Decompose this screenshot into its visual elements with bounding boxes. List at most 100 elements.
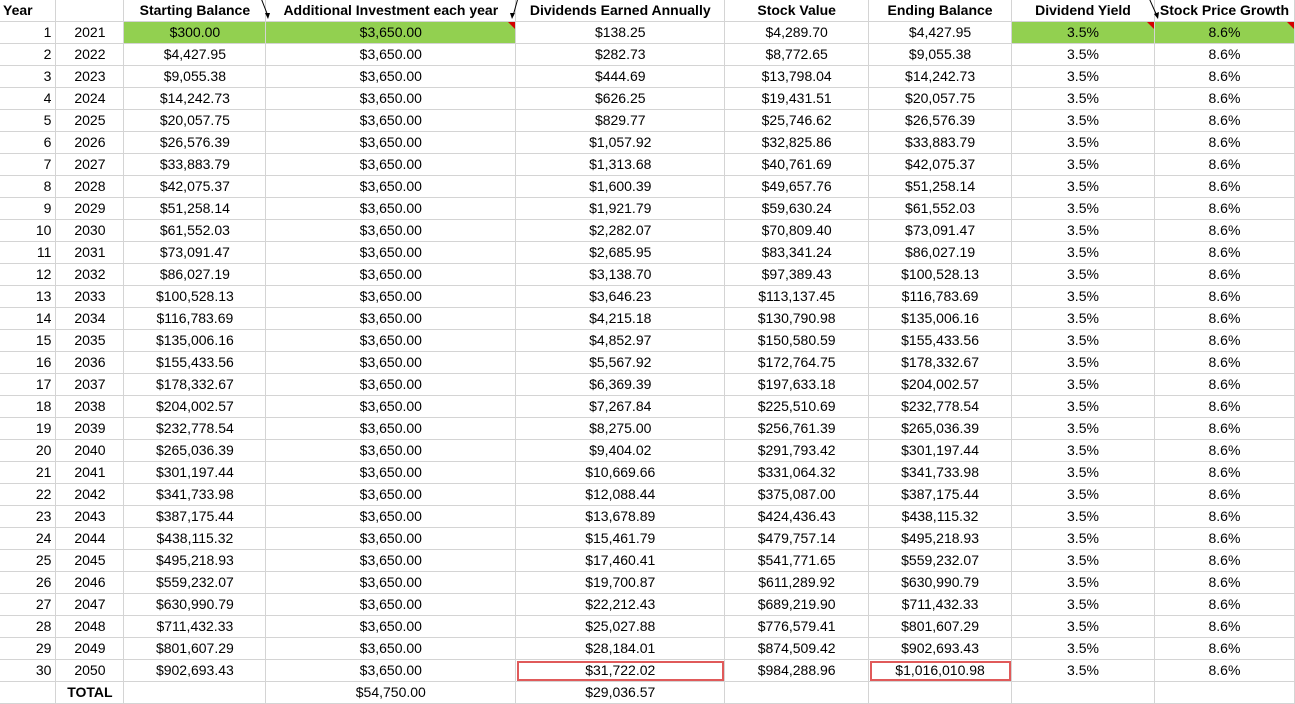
cell-dividends[interactable]: $2,282.07 xyxy=(515,219,726,242)
cell-starting-balance[interactable]: $559,232.07 xyxy=(123,571,267,594)
cell-dividend-yield[interactable]: 3.5% xyxy=(1011,175,1155,198)
cell-ending-balance[interactable]: $1,016,010.98 xyxy=(868,659,1013,682)
cell-dividends[interactable]: $282.73 xyxy=(515,43,726,66)
cell-additional-investment[interactable]: $3,650.00 xyxy=(265,219,517,242)
cell-dividend-yield[interactable]: 3.5% xyxy=(1011,461,1155,484)
cell-starting-balance[interactable]: $100,528.13 xyxy=(123,285,267,308)
cell-year[interactable]: 2048 xyxy=(55,615,125,638)
cell-stock-price-growth[interactable]: 8.6% xyxy=(1154,65,1295,88)
cell-dividends[interactable]: $4,852.97 xyxy=(515,329,726,352)
cell-ending-balance[interactable]: $135,006.16 xyxy=(868,307,1013,330)
cell-additional-investment[interactable]: $3,650.00 xyxy=(265,329,517,352)
cell-year[interactable]: 2041 xyxy=(55,461,125,484)
cell-dividend-yield[interactable]: 3.5% xyxy=(1011,131,1155,154)
cell-year-index[interactable]: 25 xyxy=(0,549,57,572)
cell-starting-balance[interactable]: $265,036.39 xyxy=(123,439,267,462)
header-blank[interactable] xyxy=(55,0,125,22)
cell-stock-value[interactable]: $70,809.40 xyxy=(724,219,870,242)
cell-year[interactable]: 2030 xyxy=(55,219,125,242)
cell-stock-price-growth[interactable]: 8.6% xyxy=(1154,527,1295,550)
total-stock-value[interactable] xyxy=(724,681,870,704)
cell-stock-value[interactable]: $611,289.92 xyxy=(724,571,870,594)
cell-dividend-yield[interactable]: 3.5% xyxy=(1011,593,1155,616)
cell-stock-price-growth[interactable]: 8.6% xyxy=(1154,395,1295,418)
cell-starting-balance[interactable]: $155,433.56 xyxy=(123,351,267,374)
cell-stock-price-growth[interactable]: 8.6% xyxy=(1154,87,1295,110)
cell-dividends[interactable]: $10,669.66 xyxy=(515,461,726,484)
cell-ending-balance[interactable]: $438,115.32 xyxy=(868,505,1013,528)
cell-year-index[interactable]: 24 xyxy=(0,527,57,550)
cell-ending-balance[interactable]: $495,218.93 xyxy=(868,527,1013,550)
cell-year[interactable]: 2040 xyxy=(55,439,125,462)
cell-stock-price-growth[interactable]: 8.6% xyxy=(1154,549,1295,572)
total-starting-balance[interactable] xyxy=(123,681,267,704)
header-dividend-yield[interactable]: Dividend Yield xyxy=(1011,0,1159,22)
cell-dividends[interactable]: $31,722.02 xyxy=(515,659,726,682)
cell-ending-balance[interactable]: $33,883.79 xyxy=(868,131,1013,154)
cell-year-index[interactable]: 3 xyxy=(0,65,57,88)
cell-stock-price-growth[interactable]: 8.6% xyxy=(1154,615,1295,638)
cell-starting-balance[interactable]: $801,607.29 xyxy=(123,637,267,660)
cell-stock-value[interactable]: $25,746.62 xyxy=(724,109,870,132)
cell-year-index[interactable]: 29 xyxy=(0,637,57,660)
total-blank[interactable] xyxy=(0,681,57,704)
cell-starting-balance[interactable]: $26,576.39 xyxy=(123,131,267,154)
cell-dividend-yield[interactable]: 3.5% xyxy=(1011,351,1155,374)
cell-year[interactable]: 2028 xyxy=(55,175,125,198)
cell-dividends[interactable]: $8,275.00 xyxy=(515,417,726,440)
cell-dividend-yield[interactable]: 3.5% xyxy=(1011,285,1155,308)
cell-stock-price-growth[interactable]: 8.6% xyxy=(1154,593,1295,616)
cell-year-index[interactable]: 13 xyxy=(0,285,57,308)
cell-starting-balance[interactable]: $232,778.54 xyxy=(123,417,267,440)
cell-additional-investment[interactable]: $3,650.00 xyxy=(265,483,517,506)
cell-starting-balance[interactable]: $300.00 xyxy=(123,21,267,44)
cell-starting-balance[interactable]: $495,218.93 xyxy=(123,549,267,572)
cell-additional-investment[interactable]: $3,650.00 xyxy=(265,549,517,572)
cell-year[interactable]: 2044 xyxy=(55,527,125,550)
cell-year-index[interactable]: 12 xyxy=(0,263,57,286)
cell-ending-balance[interactable]: $559,232.07 xyxy=(868,549,1013,572)
cell-additional-investment[interactable]: $3,650.00 xyxy=(265,65,517,88)
cell-stock-price-growth[interactable]: 8.6% xyxy=(1154,505,1295,528)
cell-starting-balance[interactable]: $301,197.44 xyxy=(123,461,267,484)
cell-starting-balance[interactable]: $42,075.37 xyxy=(123,175,267,198)
cell-dividend-yield[interactable]: 3.5% xyxy=(1011,87,1155,110)
cell-additional-investment[interactable]: $3,650.00 xyxy=(265,439,517,462)
cell-year[interactable]: 2039 xyxy=(55,417,125,440)
cell-stock-price-growth[interactable]: 8.6% xyxy=(1154,109,1295,132)
cell-dividends[interactable]: $15,461.79 xyxy=(515,527,726,550)
cell-stock-value[interactable]: $172,764.75 xyxy=(724,351,870,374)
cell-dividend-yield[interactable]: 3.5% xyxy=(1011,153,1155,176)
cell-stock-value[interactable]: $40,761.69 xyxy=(724,153,870,176)
cell-stock-value[interactable]: $8,772.65 xyxy=(724,43,870,66)
cell-dividends[interactable]: $6,369.39 xyxy=(515,373,726,396)
cell-ending-balance[interactable]: $265,036.39 xyxy=(868,417,1013,440)
cell-additional-investment[interactable]: $3,650.00 xyxy=(265,571,517,594)
cell-starting-balance[interactable]: $73,091.47 xyxy=(123,241,267,264)
cell-dividend-yield[interactable]: 3.5% xyxy=(1011,109,1155,132)
cell-additional-investment[interactable]: $3,650.00 xyxy=(265,417,517,440)
cell-stock-value[interactable]: $13,798.04 xyxy=(724,65,870,88)
cell-stock-value[interactable]: $375,087.00 xyxy=(724,483,870,506)
cell-ending-balance[interactable]: $9,055.38 xyxy=(868,43,1013,66)
cell-year[interactable]: 2049 xyxy=(55,637,125,660)
total-dividend-yield[interactable] xyxy=(1011,681,1155,704)
cell-stock-value[interactable]: $59,630.24 xyxy=(724,197,870,220)
cell-starting-balance[interactable]: $178,332.67 xyxy=(123,373,267,396)
cell-stock-price-growth[interactable]: 8.6% xyxy=(1154,197,1295,220)
cell-stock-price-growth[interactable]: 8.6% xyxy=(1154,285,1295,308)
cell-stock-price-growth[interactable]: 8.6% xyxy=(1154,461,1295,484)
cell-year-index[interactable]: 5 xyxy=(0,109,57,132)
cell-dividends[interactable]: $1,313.68 xyxy=(515,153,726,176)
total-stock-price-growth[interactable] xyxy=(1154,681,1295,704)
cell-ending-balance[interactable]: $73,091.47 xyxy=(868,219,1013,242)
cell-starting-balance[interactable]: $711,432.33 xyxy=(123,615,267,638)
cell-additional-investment[interactable]: $3,650.00 xyxy=(265,241,517,264)
cell-additional-investment[interactable]: $3,650.00 xyxy=(265,593,517,616)
cell-stock-value[interactable]: $541,771.65 xyxy=(724,549,870,572)
cell-year-index[interactable]: 16 xyxy=(0,351,57,374)
cell-year[interactable]: 2029 xyxy=(55,197,125,220)
cell-stock-value[interactable]: $197,633.18 xyxy=(724,373,870,396)
cell-year[interactable]: 2047 xyxy=(55,593,125,616)
cell-stock-price-growth[interactable]: 8.6% xyxy=(1154,659,1295,682)
